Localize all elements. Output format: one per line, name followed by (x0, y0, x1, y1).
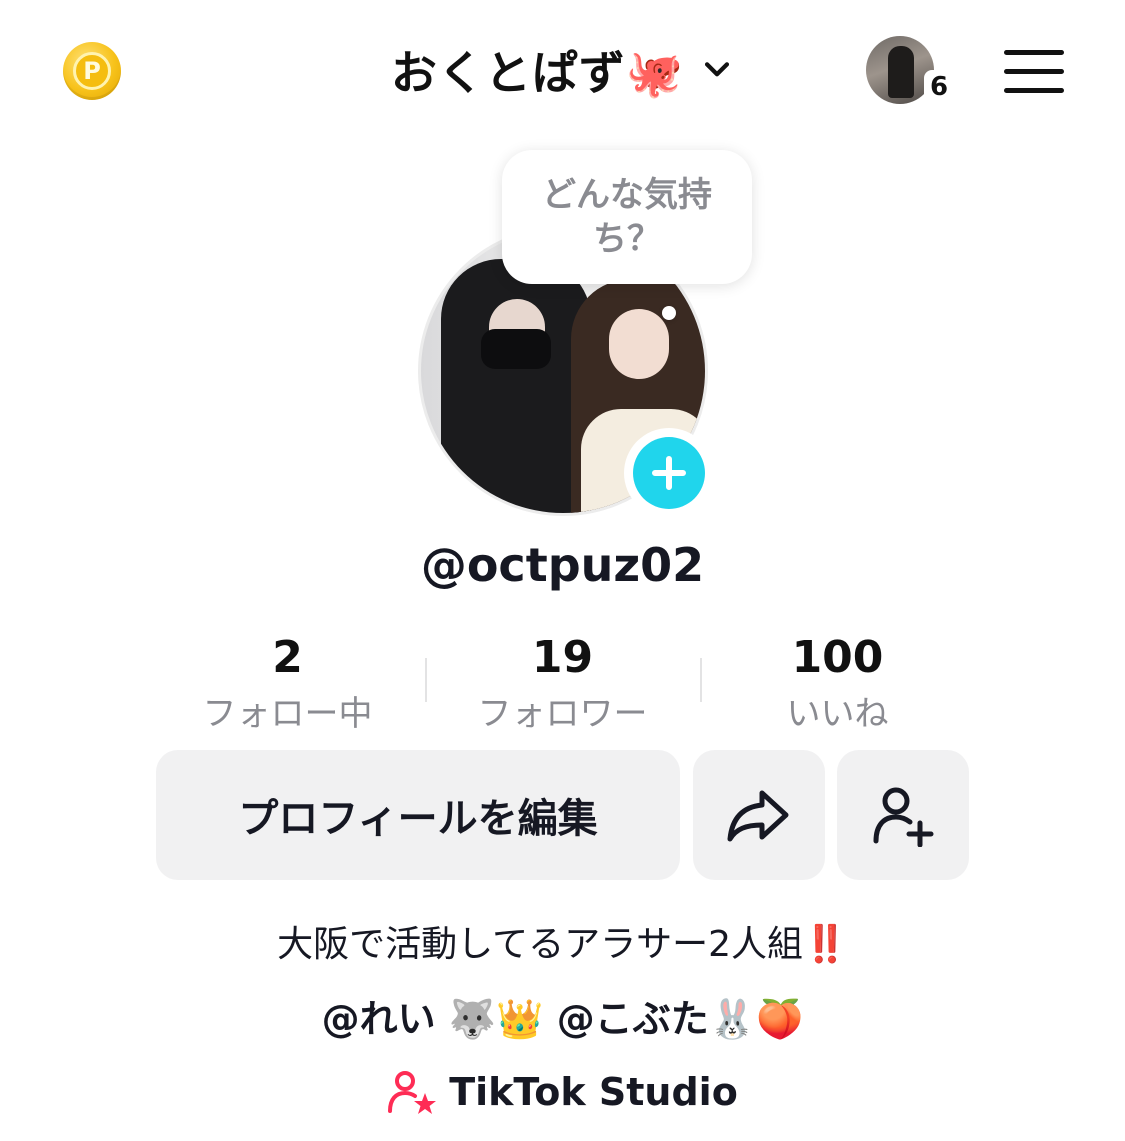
stat-likes[interactable]: 100 いいね (700, 630, 975, 740)
add-avatar-button[interactable] (624, 428, 714, 518)
mood-bubble-text: どんな気持ち？ (542, 175, 712, 259)
account-switcher[interactable]: おくとぱず🐙 (0, 30, 1125, 110)
avatar-figure (888, 46, 914, 98)
stats-row: 2 フォロー中 19 フォロワー 100 いいね (150, 630, 975, 740)
edit-profile-label: プロフィールを編集 (238, 796, 598, 842)
stat-label: いいね (786, 694, 889, 734)
studio-person-star-icon (388, 1071, 437, 1114)
stat-label: フォロワー (477, 694, 648, 734)
mood-bubble[interactable]: どんな気持ち？ (502, 150, 752, 284)
bubble-tail-dot (662, 306, 676, 320)
stat-value: 19 (531, 632, 594, 683)
avatar-person-left (441, 259, 591, 513)
stat-followers[interactable]: 19 フォロワー (425, 630, 700, 740)
add-friend-button[interactable] (837, 750, 969, 880)
chevron-down-icon[interactable] (700, 53, 734, 87)
menu-icon[interactable] (1004, 50, 1064, 94)
stat-value: 100 (791, 632, 884, 683)
stat-following[interactable]: 2 フォロー中 (150, 630, 425, 740)
stat-label: フォロー中 (202, 694, 373, 734)
bio-line-2[interactable]: @れい 🐺👑 @こぶた🐰🍑 (0, 988, 1125, 1043)
share-profile-button[interactable] (693, 750, 825, 880)
add-user-icon (873, 787, 934, 847)
username: @octpuz02 (420, 538, 705, 592)
share-icon (727, 790, 789, 842)
tiktok-studio-label: TikTok Studio (449, 1070, 738, 1114)
tiktok-studio-link[interactable]: TikTok Studio (0, 1062, 1125, 1122)
edit-profile-button[interactable]: プロフィールを編集 (156, 750, 680, 880)
bio-line-1: 大阪で活動してるアラサー2人組‼️ (277, 924, 848, 965)
stat-value: 2 (272, 632, 303, 683)
profile-page: P おくとぱず🐙 6 どんな気持ち？ @octpuz02 2 フォロー中 19 … (0, 0, 1125, 1141)
account-badge-count: 6 (924, 70, 954, 104)
plus-icon (652, 456, 686, 490)
page-title[interactable]: おくとぱず🐙 (391, 37, 684, 103)
